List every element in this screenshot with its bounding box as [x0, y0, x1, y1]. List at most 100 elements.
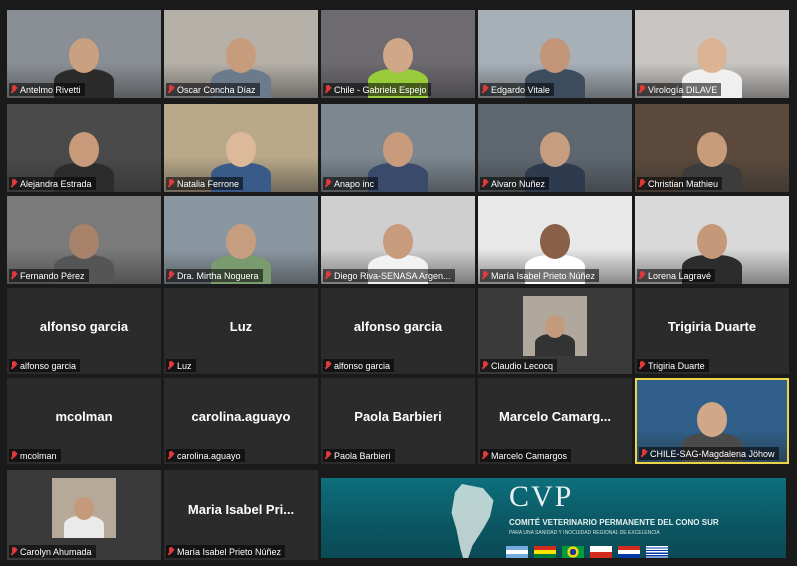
participant-name-label: mcolman — [9, 449, 61, 462]
participant-tile[interactable]: carolina.aguayo carolina.aguayo — [164, 378, 318, 464]
participant-tile[interactable]: Diego Riva-SENASA Argen... — [321, 196, 475, 284]
muted-mic-icon — [482, 179, 488, 188]
participant-tile[interactable]: alfonso garcia alfonso garcia — [321, 288, 475, 374]
participant-name-label: Alvaro Nuñez — [480, 177, 550, 190]
participant-tile[interactable]: Alvaro Nuñez — [478, 104, 632, 192]
participant-tile[interactable]: Virología DILAVE — [635, 10, 789, 98]
participant-name-label: alfonso garcia — [323, 359, 395, 372]
participant-name: Alejandra Estrada — [20, 178, 92, 189]
participant-display-name: Marcelo Camarg... — [499, 408, 611, 424]
muted-mic-icon — [168, 271, 174, 280]
participant-tile[interactable]: Alejandra Estrada — [7, 104, 161, 192]
participant-head — [74, 497, 94, 520]
participant-head — [226, 38, 256, 73]
muted-mic-icon — [639, 271, 645, 280]
participant-name-label: Christian Mathieu — [637, 177, 723, 190]
participant-name: Trigiria Duarte — [648, 360, 705, 371]
participant-head — [226, 224, 256, 259]
muted-mic-icon — [168, 85, 174, 94]
participant-name: Alvaro Nuñez — [491, 178, 546, 189]
participant-name-label: Lorena Lagravé — [637, 269, 716, 282]
participant-name: Antelmo Rivetti — [20, 84, 81, 95]
participant-tile[interactable]: Antelmo Rivetti — [7, 10, 161, 98]
participant-tile[interactable]: Oscar Concha Díaz — [164, 10, 318, 98]
participant-tile[interactable]: mcolman mcolman — [7, 378, 161, 464]
participant-head — [540, 224, 570, 259]
participant-tile[interactable]: Maria Isabel Pri... María Isabel Prieto N… — [164, 470, 318, 560]
cvp-banner: CVP COMITÉ VETERINARIO PERMANENTE DEL CON… — [321, 478, 786, 558]
muted-mic-icon — [325, 85, 331, 94]
participant-display-name: Paola Barbieri — [354, 408, 442, 424]
flag-bolivia-icon — [534, 546, 556, 558]
muted-mic-icon — [325, 271, 331, 280]
participant-head — [697, 224, 727, 259]
video-thumbnail — [52, 478, 116, 538]
muted-mic-icon — [325, 361, 331, 370]
muted-mic-icon — [168, 451, 174, 460]
participant-head — [697, 38, 727, 73]
participant-head — [69, 224, 99, 259]
participant-name-label: María Isabel Prieto Núñez — [166, 545, 286, 558]
participant-tile[interactable]: Lorena Lagravé — [635, 196, 789, 284]
participant-tile[interactable]: CHILE-SAG-Magdalena Jöhow — [635, 378, 789, 464]
participant-name-label: Fernando Pérez — [9, 269, 89, 282]
participant-name-label: Virología DILAVE — [637, 83, 722, 96]
participant-head — [69, 132, 99, 167]
participant-head — [545, 315, 565, 338]
participant-tile[interactable]: alfonso garcia alfonso garcia — [7, 288, 161, 374]
participant-tile[interactable]: Trigiria Duarte Trigiria Duarte — [635, 288, 789, 374]
participant-tile[interactable]: Claudio Lecocq — [478, 288, 632, 374]
muted-mic-icon — [639, 361, 645, 370]
participant-tile[interactable]: Chile - Gabriela Espejo — [321, 10, 475, 98]
participant-name: Virología DILAVE — [648, 84, 718, 95]
participant-tile[interactable]: María Isabel Prieto Núñez — [478, 196, 632, 284]
participant-tile[interactable]: Christian Mathieu — [635, 104, 789, 192]
muted-mic-icon — [482, 361, 488, 370]
participant-name: Oscar Concha Díaz — [177, 84, 256, 95]
participant-head — [383, 132, 413, 167]
participant-tile[interactable]: Carolyn Ahumada — [7, 470, 161, 560]
muted-mic-icon — [11, 451, 17, 460]
participant-tile[interactable]: Luz Luz — [164, 288, 318, 374]
participant-name-label: Chile - Gabriela Espejo — [323, 83, 431, 96]
participant-name-label: Paola Barbieri — [323, 449, 395, 462]
participant-name-label: Marcelo Camargos — [480, 449, 572, 462]
participant-head — [697, 402, 727, 437]
participant-head — [540, 38, 570, 73]
participant-tile[interactable]: Paola Barbieri Paola Barbieri — [321, 378, 475, 464]
participant-head — [540, 132, 570, 167]
muted-mic-icon — [168, 547, 174, 556]
participant-name-label: Trigiria Duarte — [637, 359, 709, 372]
participant-tile[interactable]: Natalia Ferrone — [164, 104, 318, 192]
participant-name: Paola Barbieri — [334, 450, 391, 461]
participant-name: Luz — [177, 360, 192, 371]
flag-chile-icon — [590, 546, 612, 558]
participant-name: María Isabel Prieto Núñez — [491, 270, 596, 281]
participant-name: Marcelo Camargos — [491, 450, 568, 461]
participant-tile[interactable]: Marcelo Camarg... Marcelo Camargos — [478, 378, 632, 464]
participant-name: alfonso garcia — [20, 360, 77, 371]
participant-name-label: Dra. Mirtha Noguera — [166, 269, 263, 282]
participant-display-name: Maria Isabel Pri... — [187, 502, 295, 518]
participant-tile[interactable]: Anapo inc — [321, 104, 475, 192]
participant-name-label: Luz — [166, 359, 196, 372]
video-thumbnail — [523, 296, 587, 356]
participant-name-label: Oscar Concha Díaz — [166, 83, 260, 96]
participant-tile[interactable]: Fernando Pérez — [7, 196, 161, 284]
muted-mic-icon — [639, 179, 645, 188]
south-america-map — [451, 484, 494, 558]
participant-name: Christian Mathieu — [648, 178, 719, 189]
muted-mic-icon — [639, 85, 645, 94]
participant-name: CHILE-SAG-Magdalena Jöhow — [650, 448, 775, 459]
participant-name-label: Alejandra Estrada — [9, 177, 96, 190]
participant-name-label: CHILE-SAG-Magdalena Jöhow — [639, 447, 779, 460]
participant-name: mcolman — [20, 450, 57, 461]
muted-mic-icon — [11, 85, 17, 94]
participant-tile[interactable]: Dra. Mirtha Noguera — [164, 196, 318, 284]
participant-tile[interactable]: Edgardo Vitale — [478, 10, 632, 98]
participant-display-name: carolina.aguayo — [191, 408, 291, 424]
participant-head — [69, 38, 99, 73]
participant-name-label: Natalia Ferrone — [166, 177, 244, 190]
participant-display-name: Luz — [229, 318, 253, 334]
muted-mic-icon — [325, 451, 331, 460]
